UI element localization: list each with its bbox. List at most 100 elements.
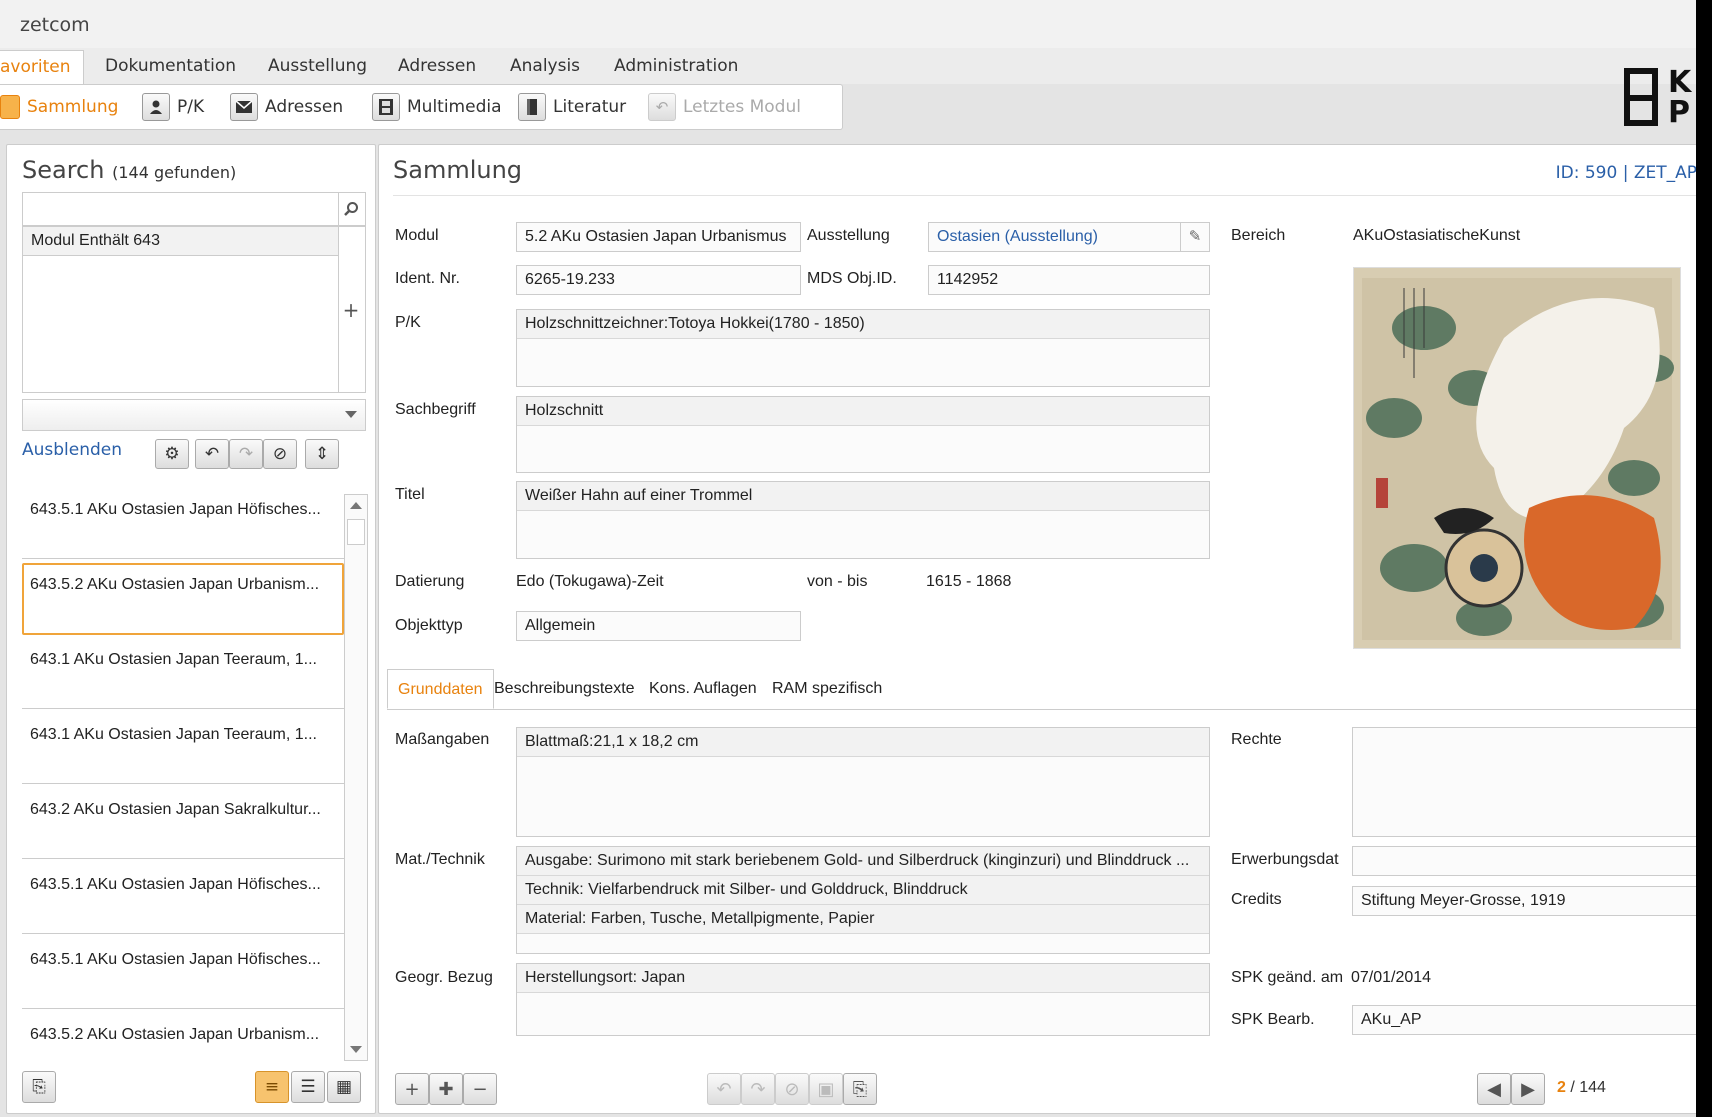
chevron-down-icon	[345, 411, 357, 418]
institution-logo: KP	[1624, 68, 1691, 130]
search-title: Search (144 gefunden)	[22, 156, 236, 184]
next-record-icon[interactable]: ▶	[1511, 1073, 1545, 1105]
film-icon	[372, 93, 400, 121]
adressen-button[interactable]: Adressen	[230, 93, 343, 121]
sachbegriff-value: Holzschnitt	[517, 397, 1209, 426]
book-icon	[518, 93, 546, 121]
tab-beschreibungstexte[interactable]: Beschreibungstexte	[484, 669, 645, 709]
scroll-thumb[interactable]	[347, 519, 365, 545]
letztes-modul-button[interactable]: ↶ Letztes Modul	[648, 93, 801, 121]
list-item[interactable]: 643.1 AKu Ostasien Japan Teeraum, 1...	[22, 712, 344, 784]
titel-field[interactable]: Weißer Hahn auf einer Trommel	[516, 481, 1210, 559]
list-view-icon[interactable]: ≡	[255, 1071, 289, 1103]
bereich-label: Bereich	[1231, 227, 1286, 244]
spk-date-value: 07/01/2014	[1351, 969, 1432, 986]
ausstellung-label: Ausstellung	[807, 227, 890, 244]
mass-value: Blattmaß:21,1 x 18,2 cm	[517, 728, 1209, 757]
remove-icon[interactable]: −	[463, 1073, 497, 1105]
menu-adressen[interactable]: Adressen	[398, 56, 476, 76]
mass-field[interactable]: Blattmaß:21,1 x 18,2 cm	[516, 727, 1210, 837]
spk-bearb-field[interactable]: AKu_AP	[1352, 1005, 1696, 1035]
vonbis-label: von - bis	[807, 573, 868, 590]
scroll-down-icon[interactable]	[350, 1046, 362, 1053]
list-item[interactable]: 643.2 AKu Ostasien Japan Sakralkultur...	[22, 787, 344, 859]
undo-icon: ↶	[648, 93, 676, 121]
mat-technik-line: Material: Farben, Tusche, Metallpigmente…	[517, 905, 1209, 934]
export-icon[interactable]: ⎘	[22, 1071, 56, 1103]
search-panel: Search (144 gefunden) Modul Enthält 643 …	[6, 144, 376, 1114]
search-input[interactable]	[22, 192, 339, 226]
spk-bearb-label: SPK Bearb.	[1231, 1011, 1315, 1028]
ausstellung-value: Ostasien (Ausstellung)	[937, 228, 1098, 245]
pk-field[interactable]: Holzschnittzeichner:Totoya Hokkei(1780 -…	[516, 309, 1210, 387]
detail-list-view-icon[interactable]: ☰	[291, 1071, 325, 1103]
result-list: 643.5.1 AKu Ostasien Japan Höfisches... …	[22, 487, 344, 1062]
rechte-field[interactable]	[1352, 727, 1696, 837]
search-icon[interactable]	[337, 192, 366, 226]
mat-technik-label: Mat./Technik	[395, 851, 485, 868]
add-criterion-button[interactable]: +	[337, 226, 366, 393]
undo-icon[interactable]: ↶	[707, 1073, 741, 1105]
app-title: zetcom	[20, 14, 90, 36]
save-icon[interactable]: ▣	[809, 1073, 843, 1105]
add-icon[interactable]: +	[395, 1073, 429, 1105]
undo-icon[interactable]: ↶	[195, 439, 229, 469]
record-actions-bar: + ✚ − ↶ ↷ ⊘ ▣ ⎘ ◀ ▶ 2 / 144	[379, 1065, 1696, 1113]
search-criterion[interactable]: Modul Enthält 643	[23, 227, 338, 256]
credits-field[interactable]: Stiftung Meyer-Grosse, 1919	[1352, 886, 1696, 916]
mds-field[interactable]: 1142952	[928, 265, 1210, 295]
redo-icon[interactable]: ↷	[229, 439, 263, 469]
redo-icon[interactable]: ↷	[741, 1073, 775, 1105]
record-id: ID: 590 | ZET_AP	[1555, 163, 1696, 183]
current-record: 2	[1557, 1079, 1566, 1096]
ausstellung-field[interactable]: Ostasien (Ausstellung) ✎	[928, 222, 1210, 252]
saved-search-select[interactable]	[22, 399, 366, 431]
edit-pencil-icon[interactable]: ✎	[1180, 223, 1209, 251]
export-icon[interactable]: ⎘	[843, 1073, 877, 1105]
menu-dokumentation[interactable]: Dokumentation	[105, 56, 236, 76]
sort-icon[interactable]: ⇕	[305, 439, 339, 469]
hide-link[interactable]: Ausblenden	[22, 440, 122, 460]
list-item[interactable]: 643.5.2 AKu Ostasien Japan Urbanism...	[22, 1012, 344, 1062]
tab-kons-auflagen[interactable]: Kons. Auflagen	[639, 669, 767, 709]
module-icon	[0, 95, 20, 119]
cancel-icon[interactable]: ⊘	[263, 439, 297, 469]
object-image[interactable]	[1353, 267, 1681, 649]
person-icon	[142, 93, 170, 121]
mat-technik-field[interactable]: Ausgabe: Surimono mit stark beriebenem G…	[516, 846, 1210, 954]
multimedia-button[interactable]: Multimedia	[372, 93, 502, 121]
sachbegriff-label: Sachbegriff	[395, 401, 476, 418]
settings-gear-icon[interactable]: ⚙	[155, 439, 189, 469]
list-item-selected[interactable]: 643.5.2 AKu Ostasien Japan Urbanism...	[22, 563, 344, 635]
tab-grunddaten[interactable]: Grunddaten	[387, 669, 494, 709]
grid-view-icon[interactable]: ▦	[327, 1071, 361, 1103]
add-copy-icon[interactable]: ✚	[429, 1073, 463, 1105]
ident-label: Ident. Nr.	[395, 270, 460, 287]
pk-label: P/K	[177, 97, 205, 117]
list-item[interactable]: 643.5.1 AKu Ostasien Japan Höfisches...	[22, 937, 344, 1009]
search-criteria-list: Modul Enthält 643	[22, 226, 339, 393]
list-item[interactable]: 643.1 AKu Ostasien Japan Teeraum, 1...	[22, 637, 344, 709]
menu-favoriten[interactable]: avoriten	[0, 50, 84, 85]
pk-button[interactable]: P/K	[142, 93, 204, 121]
modul-field[interactable]: 5.2 AKu Ostasien Japan Urbanismus	[516, 222, 801, 252]
geogr-field[interactable]: Herstellungsort: Japan	[516, 963, 1210, 1036]
sachbegriff-field[interactable]: Holzschnitt	[516, 396, 1210, 473]
geogr-value: Herstellungsort: Japan	[517, 964, 1209, 993]
list-item[interactable]: 643.5.1 AKu Ostasien Japan Höfisches...	[22, 487, 344, 559]
sammlung-button[interactable]: Sammlung	[0, 93, 118, 121]
cancel-icon[interactable]: ⊘	[775, 1073, 809, 1105]
tab-ram-spezifisch[interactable]: RAM spezifisch	[762, 669, 892, 709]
literatur-button[interactable]: Literatur	[518, 93, 626, 121]
erwerbungsdat-field[interactable]	[1352, 846, 1696, 876]
menu-administration[interactable]: Administration	[614, 56, 738, 76]
list-item[interactable]: 643.5.1 AKu Ostasien Japan Höfisches...	[22, 862, 344, 934]
scroll-up-icon[interactable]	[350, 502, 362, 509]
result-scrollbar[interactable]	[344, 494, 368, 1061]
menu-analysis[interactable]: Analysis	[510, 56, 580, 76]
ident-field[interactable]: 6265-19.233	[516, 265, 801, 295]
spk-date-label: SPK geänd. am	[1231, 969, 1344, 986]
objekttyp-field[interactable]: Allgemein	[516, 611, 801, 641]
menu-ausstellung[interactable]: Ausstellung	[268, 56, 367, 76]
previous-record-icon[interactable]: ◀	[1477, 1073, 1511, 1105]
